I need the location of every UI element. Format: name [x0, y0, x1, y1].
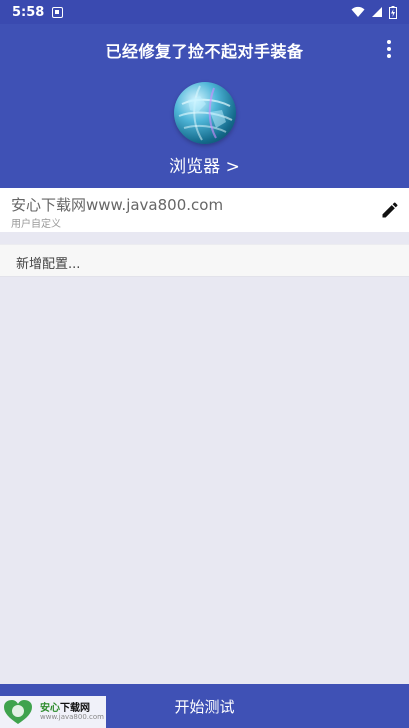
page-title: 已经修复了捡不起对手装备: [105, 42, 304, 61]
status-bar: 5:58: [0, 0, 409, 24]
status-icons: [351, 5, 397, 19]
watermark-logo-icon: [4, 700, 32, 724]
battery-icon: [389, 5, 397, 19]
signal-icon: [372, 7, 382, 17]
add-config-label: 新增配置...: [16, 257, 81, 272]
wifi-icon: [351, 6, 365, 17]
add-config-button[interactable]: 新增配置...: [0, 244, 409, 277]
config-subtitle: 用户自定义: [11, 219, 61, 230]
browser-link[interactable]: 浏览器 >: [0, 152, 409, 177]
status-time: 5:58: [12, 4, 45, 20]
pencil-icon[interactable]: [380, 200, 400, 220]
notification-icon: [52, 6, 64, 18]
watermark-url: www.java800.com: [40, 713, 104, 721]
app-header: 已经修复了捡不起对手装备 浏览器 >: [0, 24, 409, 188]
config-name: 安心下载网www.java800.com: [11, 196, 224, 214]
watermark-name: 安心下载网: [40, 699, 90, 714]
config-item[interactable]: 安心下载网www.java800.com 用户自定义: [0, 188, 409, 232]
more-vert-icon[interactable]: [381, 40, 397, 58]
globe-icon[interactable]: [174, 82, 236, 144]
watermark: 安心下载网 www.java800.com: [0, 696, 106, 728]
